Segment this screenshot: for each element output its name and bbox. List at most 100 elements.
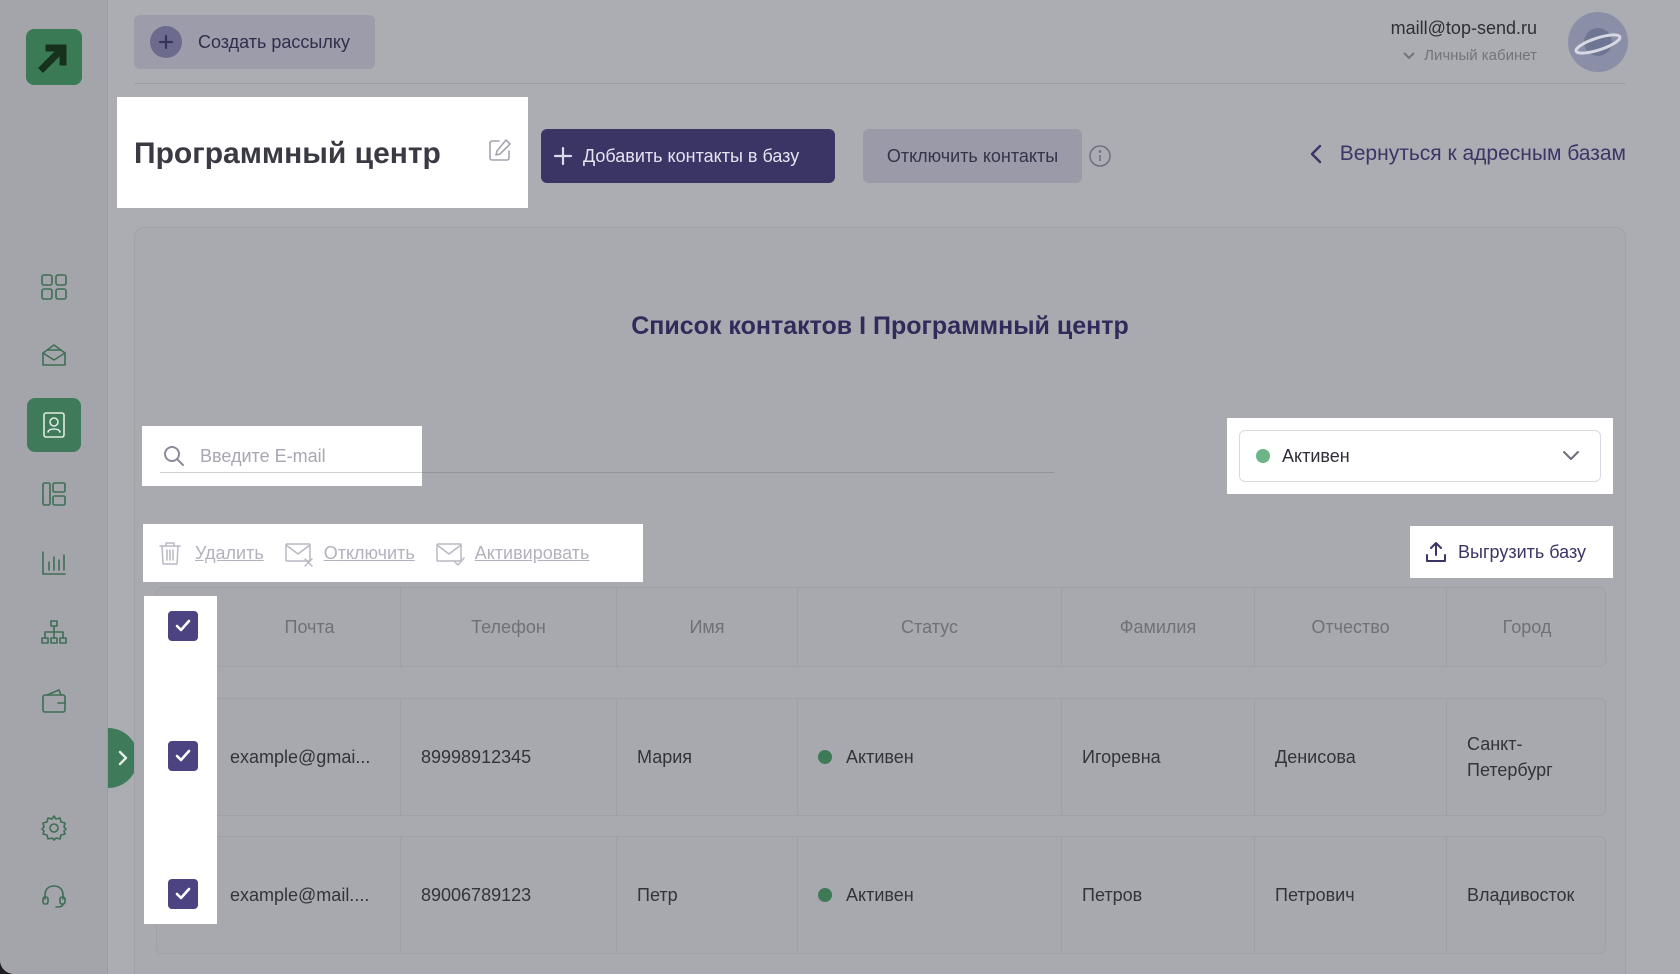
cell-status: Активен	[797, 837, 1061, 953]
nav-wallet[interactable]	[33, 680, 75, 722]
add-contacts-button[interactable]: Добавить контакты в базу	[541, 129, 835, 183]
export-base-button[interactable]: Выгрузить базу	[1410, 526, 1613, 578]
status-filter-select[interactable]: Активен	[1239, 430, 1601, 482]
avatar[interactable]	[1568, 12, 1628, 72]
cell-phone: 89006789123	[400, 837, 616, 953]
planet-icon	[1574, 28, 1622, 56]
checkmark-icon	[175, 619, 191, 632]
column-header-patronymic[interactable]: Отчество	[1254, 588, 1446, 666]
plus-icon	[150, 26, 182, 58]
info-icon	[1089, 145, 1111, 167]
logo-arrow-icon	[38, 44, 67, 73]
nav-statistics[interactable]	[33, 542, 75, 584]
search-underline	[160, 472, 422, 473]
app-window: Создать рассылку maill@top-send.ru Личны…	[0, 0, 1680, 974]
page-title: Программный центр	[134, 137, 441, 170]
table-row[interactable]: example@mail.... 89006789123 Петр Активе…	[156, 836, 1606, 954]
user-email: maill@top-send.ru	[1390, 18, 1537, 38]
export-base-label: Выгрузить базу	[1458, 541, 1587, 562]
nav-settings[interactable]	[33, 807, 75, 849]
row-checkbox[interactable]	[168, 741, 198, 771]
column-header-name[interactable]: Имя	[616, 588, 797, 666]
info-button[interactable]	[1088, 144, 1112, 168]
back-to-bases-link[interactable]: Вернуться к адресным базам	[1306, 142, 1626, 166]
sidebar	[0, 0, 108, 974]
dashboard-icon	[41, 274, 67, 300]
search-box	[142, 426, 422, 486]
chevron-down-icon	[1563, 451, 1579, 460]
disable-contacts-button[interactable]: Отключить контакты	[863, 129, 1082, 183]
checkmark-icon	[175, 887, 191, 900]
cell-status-label: Активен	[846, 884, 914, 905]
nav-structure[interactable]	[33, 611, 75, 653]
cell-patronymic: Денисова	[1254, 699, 1446, 815]
table-row[interactable]: example@gmai... 89998912345 Мария Активе…	[156, 698, 1606, 816]
title-block: Программный центр	[117, 97, 528, 208]
mail-icon	[42, 344, 66, 366]
mail-disable-icon	[284, 543, 313, 567]
disable-action[interactable]: Отключить	[284, 538, 415, 568]
cell-last-name: Петров	[1061, 837, 1254, 953]
select-all-checkbox[interactable]	[168, 611, 198, 641]
table-header: Почта Телефон Имя Статус Фамилия Отчеств…	[156, 587, 1606, 667]
disable-contacts-label: Отключить контакты	[886, 145, 1059, 166]
delete-action-label: Удалить	[195, 542, 264, 563]
search-icon	[164, 446, 184, 466]
personal-cabinet-link[interactable]: Личный кабинет	[1402, 47, 1537, 64]
chevron-down-icon	[1403, 51, 1415, 59]
add-contacts-label: Добавить контакты в базу	[583, 145, 800, 166]
activate-action[interactable]: Активировать	[435, 538, 590, 568]
cell-status-label: Активен	[846, 746, 914, 767]
status-active-dot	[818, 888, 832, 902]
delete-action[interactable]: Удалить	[155, 538, 264, 568]
header-divider	[134, 83, 1626, 84]
back-to-bases-label: Вернуться к адресным базам	[1339, 142, 1626, 165]
nav-mailings[interactable]	[33, 334, 75, 376]
cell-first-name: Мария	[616, 699, 797, 815]
contacts-list-title: Список контактов I Программный центр	[631, 312, 1129, 340]
settings-icon	[41, 815, 67, 841]
nav-contacts[interactable]	[27, 398, 81, 452]
create-mailing-label: Создать рассылку	[198, 31, 350, 52]
templates-icon	[42, 482, 66, 506]
cell-last-name: Игоревна	[1061, 699, 1254, 815]
upload-icon	[1426, 542, 1446, 562]
row-checkbox[interactable]	[168, 879, 198, 909]
edit-icon	[489, 139, 511, 161]
chevron-right-icon	[118, 750, 128, 766]
cell-city: Санкт-Петербург	[1446, 699, 1607, 815]
nav-dashboard[interactable]	[33, 266, 75, 308]
stats-icon	[42, 551, 66, 575]
column-header-city[interactable]: Город	[1446, 588, 1607, 666]
hierarchy-icon	[41, 620, 67, 644]
create-mailing-button[interactable]: Создать рассылку	[134, 15, 375, 69]
search-divider	[422, 472, 1054, 473]
cell-phone: 89998912345	[400, 699, 616, 815]
chevron-left-icon	[1310, 144, 1321, 164]
support-icon	[42, 885, 66, 908]
contacts-icon	[43, 412, 65, 438]
trash-icon	[159, 542, 181, 565]
status-filter-value: Активен	[1282, 445, 1350, 466]
cell-patronymic: Петрович	[1254, 837, 1446, 953]
nav-support[interactable]	[33, 875, 75, 917]
wallet-icon	[42, 689, 66, 713]
column-header-lastname[interactable]: Фамилия	[1061, 588, 1254, 666]
edit-title-button[interactable]	[487, 137, 513, 163]
personal-cabinet-label: Личный кабинет	[1424, 47, 1537, 64]
bulk-actions: Удалить Отключить Активировать	[143, 524, 643, 582]
column-header-status[interactable]: Статус	[797, 588, 1061, 666]
checkmark-icon	[175, 749, 191, 762]
nav-templates[interactable]	[33, 473, 75, 515]
cell-status: Активен	[797, 699, 1061, 815]
status-active-dot	[818, 750, 832, 764]
search-input[interactable]	[200, 442, 400, 470]
activate-action-label: Активировать	[474, 542, 590, 563]
disable-action-label: Отключить	[323, 542, 415, 563]
column-header-phone[interactable]: Телефон	[400, 588, 616, 666]
logo[interactable]	[26, 29, 82, 85]
status-active-dot	[1256, 449, 1270, 463]
cell-first-name: Петр	[616, 837, 797, 953]
cell-city: Владивосток	[1446, 837, 1607, 953]
mail-check-icon	[435, 543, 465, 566]
